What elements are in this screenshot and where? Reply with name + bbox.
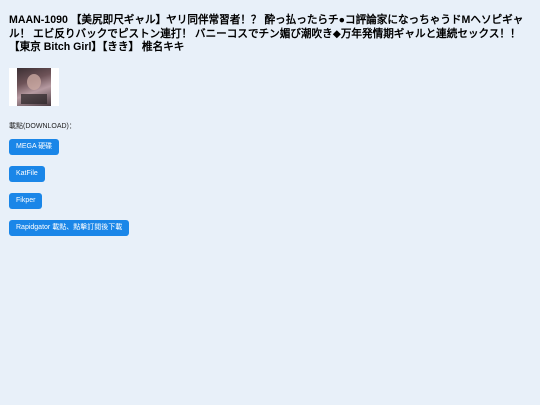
fikper-download-button[interactable]: Fikper — [9, 192, 43, 209]
page-content: MAAN-1090 【美尻即尺ギャル】ヤリ同伴常習者！？ 酔っ払ったらチ●コ評論… — [9, 14, 531, 243]
rapidgator-download-button[interactable]: Rapidgator 載點、點擊訂閱後下載 — [9, 219, 130, 236]
download-item-rapidgator: Rapidgator 載點、點擊訂閱後下載 — [9, 216, 531, 243]
katfile-download-button[interactable]: KatFile — [9, 165, 45, 182]
mega-download-button[interactable]: MEGA 硬碟 — [9, 138, 60, 155]
download-label: 載點(DOWNLOAD)： — [9, 122, 76, 130]
download-item-mega: MEGA 硬碟 — [9, 135, 531, 162]
download-list: MEGA 硬碟 KatFile Fikper Rapidgator 載點、點擊訂… — [9, 135, 531, 243]
cover-image — [17, 67, 51, 106]
download-item-katfile: KatFile — [9, 162, 531, 189]
page-title: MAAN-1090 【美尻即尺ギャル】ヤリ同伴常習者！？ 酔っ払ったらチ●コ評論… — [9, 14, 524, 53]
download-item-fikper: Fikper — [9, 189, 531, 216]
cover-thumbnail[interactable] — [9, 67, 59, 106]
